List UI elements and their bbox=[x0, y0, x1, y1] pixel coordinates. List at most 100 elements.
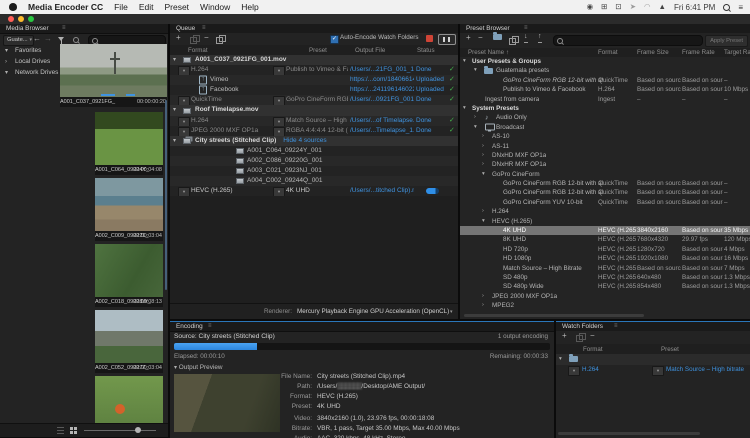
tab-watch-folders[interactable]: Watch Folders bbox=[562, 322, 603, 331]
filter-icon[interactable] bbox=[58, 37, 64, 41]
watch-folder-output-row[interactable]: H.264 Match Source – High bitrate bbox=[556, 365, 750, 376]
app-menu-title[interactable]: Media Encoder CC bbox=[28, 2, 103, 12]
queue-row[interactable]: H.264 Publish to Vimeo & Face... /Users/… bbox=[170, 65, 458, 75]
zoom-search-icon[interactable] bbox=[73, 37, 79, 43]
preset-row[interactable]: GoPro CineForm RGB 12-bit with alpha (Al… bbox=[460, 76, 750, 85]
queue-row[interactable]: A004_C002_09244Q_001 bbox=[170, 176, 458, 186]
format-cell[interactable]: QuickTime bbox=[191, 95, 271, 105]
queue-row[interactable]: HEVC (H.265) 4K UHD /Users/...titched Cl… bbox=[170, 186, 458, 196]
preset-row[interactable]: › Audio Only bbox=[460, 113, 750, 122]
tree-chevron-icon[interactable]: › bbox=[482, 160, 484, 169]
preset-cell[interactable]: RGBA 4:4:4:4 12-bit (BC... bbox=[286, 126, 348, 136]
preset-settings-icon[interactable] bbox=[509, 38, 516, 45]
format-cell[interactable]: A003_C021_0923NJ_001 bbox=[247, 166, 377, 176]
preset-row[interactable]: 8K UHD HEVC (H.265) 7680x4320 29.97 fps … bbox=[460, 235, 750, 244]
tab-queue[interactable]: Queue bbox=[176, 24, 195, 33]
preset-row[interactable]: SD 480p Wide HEVC (H.265) 854x480 Based … bbox=[460, 282, 750, 291]
panel-menu-icon[interactable]: ≡ bbox=[62, 24, 66, 33]
preset-row[interactable]: ▾ Guatemala presets bbox=[460, 66, 750, 75]
preset-row[interactable]: › DNxHD MXF OP1a bbox=[460, 151, 750, 160]
menubar-clock[interactable]: Fri 6:41 PM bbox=[674, 3, 715, 12]
tab-encoding[interactable]: Encoding bbox=[176, 322, 203, 331]
clip-thumbnail[interactable] bbox=[95, 376, 163, 424]
slider-knob[interactable] bbox=[135, 427, 141, 433]
horizontal-scrollbar[interactable] bbox=[558, 432, 700, 435]
watch-preset[interactable]: Match Source – High bitrate bbox=[666, 365, 750, 376]
queue-row[interactable]: JPEG 2000 MXF OP1a RGBA 4:4:4:4 12-bit (… bbox=[170, 126, 458, 136]
preset-dropdown[interactable] bbox=[273, 187, 285, 196]
queue-row[interactable]: A003_C021_0923NJ_001 bbox=[170, 166, 458, 176]
import-preset-icon[interactable]: ↓ bbox=[524, 33, 528, 43]
horizontal-scrollbar[interactable] bbox=[464, 314, 644, 317]
format-dropdown[interactable] bbox=[178, 127, 190, 136]
output-file-link[interactable]: /Users/...0921FG_001.mov bbox=[350, 95, 414, 105]
format-cell[interactable]: A004_C002_09244Q_001 bbox=[247, 176, 377, 186]
add-output-icon[interactable] bbox=[190, 37, 197, 44]
preset-row[interactable]: HD 1080p HEVC (H.265) 1920x1080 Based on… bbox=[460, 254, 750, 263]
queue-row[interactable]: A002_C086_09220G_001 bbox=[170, 156, 458, 166]
collapse-chevron-icon[interactable]: ▾ bbox=[173, 136, 181, 146]
airplay-display-icon[interactable]: ⊡ bbox=[615, 0, 621, 14]
tree-chevron-icon[interactable]: ▾ bbox=[5, 46, 8, 56]
panel-menu-icon[interactable]: ≡ bbox=[202, 24, 206, 33]
column-output-file[interactable]: Output File bbox=[355, 47, 385, 54]
tree-chevron-icon[interactable]: ▾ bbox=[463, 104, 466, 113]
panel-menu-icon[interactable]: ≡ bbox=[208, 322, 212, 331]
output-file-link[interactable]: https:/...com/184066142 bbox=[350, 75, 414, 85]
clip-thumbnail[interactable]: A001_C064_09224Y_ 00:00:04:08 bbox=[95, 112, 163, 175]
create-preset-button[interactable]: + bbox=[466, 33, 471, 43]
format-cell[interactable]: A001_C064_09224Y_001 bbox=[247, 146, 377, 156]
preset-row[interactable]: › AS-11 bbox=[460, 142, 750, 151]
eject-icon[interactable]: ▲ bbox=[659, 0, 666, 14]
preset-dropdown[interactable] bbox=[273, 127, 285, 136]
format-dropdown[interactable] bbox=[568, 366, 580, 376]
preset-dropdown[interactable] bbox=[652, 366, 664, 376]
collapse-chevron-icon[interactable]: ▾ bbox=[174, 365, 177, 371]
column-status[interactable]: Status bbox=[417, 47, 435, 54]
format-cell[interactable]: A002_C086_09220G_001 bbox=[247, 156, 377, 166]
column-format[interactable]: Format bbox=[188, 47, 208, 54]
preset-row[interactable]: GoPro CineForm RGB 12-bit with alpha... … bbox=[460, 188, 750, 197]
preset-cell[interactable]: GoPro CineForm RGB 12... bbox=[286, 95, 348, 105]
output-file-link[interactable]: /Users/...Timelapse_1.mxf bbox=[350, 126, 414, 136]
queue-row[interactable]: QuickTime GoPro CineForm RGB 12... /User… bbox=[170, 95, 458, 105]
queue-row[interactable]: A001_C064_09224Y_001 bbox=[170, 146, 458, 156]
tab-media-browser[interactable]: Media Browser bbox=[6, 24, 49, 33]
preset-row[interactable]: › H.264 bbox=[460, 207, 750, 216]
collapse-chevron-icon[interactable]: ▾ bbox=[559, 354, 562, 365]
wifi-icon[interactable]: ◠ bbox=[644, 0, 651, 14]
output-file-link[interactable]: https:/...24119614602283 bbox=[350, 85, 414, 95]
preset-row[interactable]: › JPEG 2000 MXF OP1a bbox=[460, 292, 750, 301]
collapse-chevron-icon[interactable]: ▾ bbox=[173, 105, 181, 115]
add-source-button[interactable]: + bbox=[176, 33, 181, 43]
apply-preset-button[interactable]: Apply Preset bbox=[705, 35, 748, 47]
queue-row[interactable]: ▾ City streets (Stitched Clip) Hide 4 so… bbox=[170, 136, 458, 146]
tree-chevron-icon[interactable]: ▾ bbox=[474, 66, 477, 75]
format-cell[interactable]: JPEG 2000 MXF OP1a bbox=[191, 126, 271, 136]
output-file-link[interactable]: /Users/...titched Clip).mp4 bbox=[350, 186, 414, 196]
preset-row[interactable]: ▾ GoPro CineForm bbox=[460, 170, 750, 179]
list-view-icon[interactable] bbox=[57, 427, 64, 434]
minimize-window-button[interactable] bbox=[18, 16, 24, 22]
pause-queue-button[interactable] bbox=[438, 34, 456, 45]
queue-row[interactable]: H.264 Match Source – High bitr... /Users… bbox=[170, 116, 458, 126]
zoom-window-button[interactable] bbox=[28, 16, 34, 22]
spotlight-icon[interactable] bbox=[723, 4, 730, 11]
create-group-icon[interactable] bbox=[493, 34, 502, 40]
menubar-menu[interactable]: File bbox=[114, 2, 128, 12]
format-cell[interactable]: H.264 bbox=[191, 116, 271, 126]
preset-row[interactable]: Ingest from camera Ingest – – – bbox=[460, 95, 750, 104]
tree-chevron-icon[interactable]: › bbox=[482, 301, 484, 310]
output-file-link[interactable]: /Users/...21FG_001_1.mp4 bbox=[350, 65, 414, 75]
auto-encode-checkbox[interactable] bbox=[330, 35, 339, 44]
clip-thumbnail[interactable]: A002_C009_092221_ 00:00:03:04 bbox=[95, 178, 163, 241]
menubar-menu[interactable]: Preset bbox=[164, 2, 189, 12]
preset-cell[interactable]: 4K UHD bbox=[286, 186, 348, 196]
column-preset[interactable]: Preset bbox=[661, 346, 679, 353]
export-preset-icon[interactable]: ↑ bbox=[538, 33, 542, 43]
clip-thumbnail[interactable]: A002_C052_092277_ 00:00:03:04 bbox=[95, 310, 163, 373]
remove-button[interactable]: − bbox=[204, 33, 209, 43]
mirroring-icon[interactable]: ⊞ bbox=[601, 0, 607, 14]
apple-menu-icon[interactable] bbox=[9, 3, 17, 11]
add-watch-folder-button[interactable]: + bbox=[562, 331, 567, 341]
